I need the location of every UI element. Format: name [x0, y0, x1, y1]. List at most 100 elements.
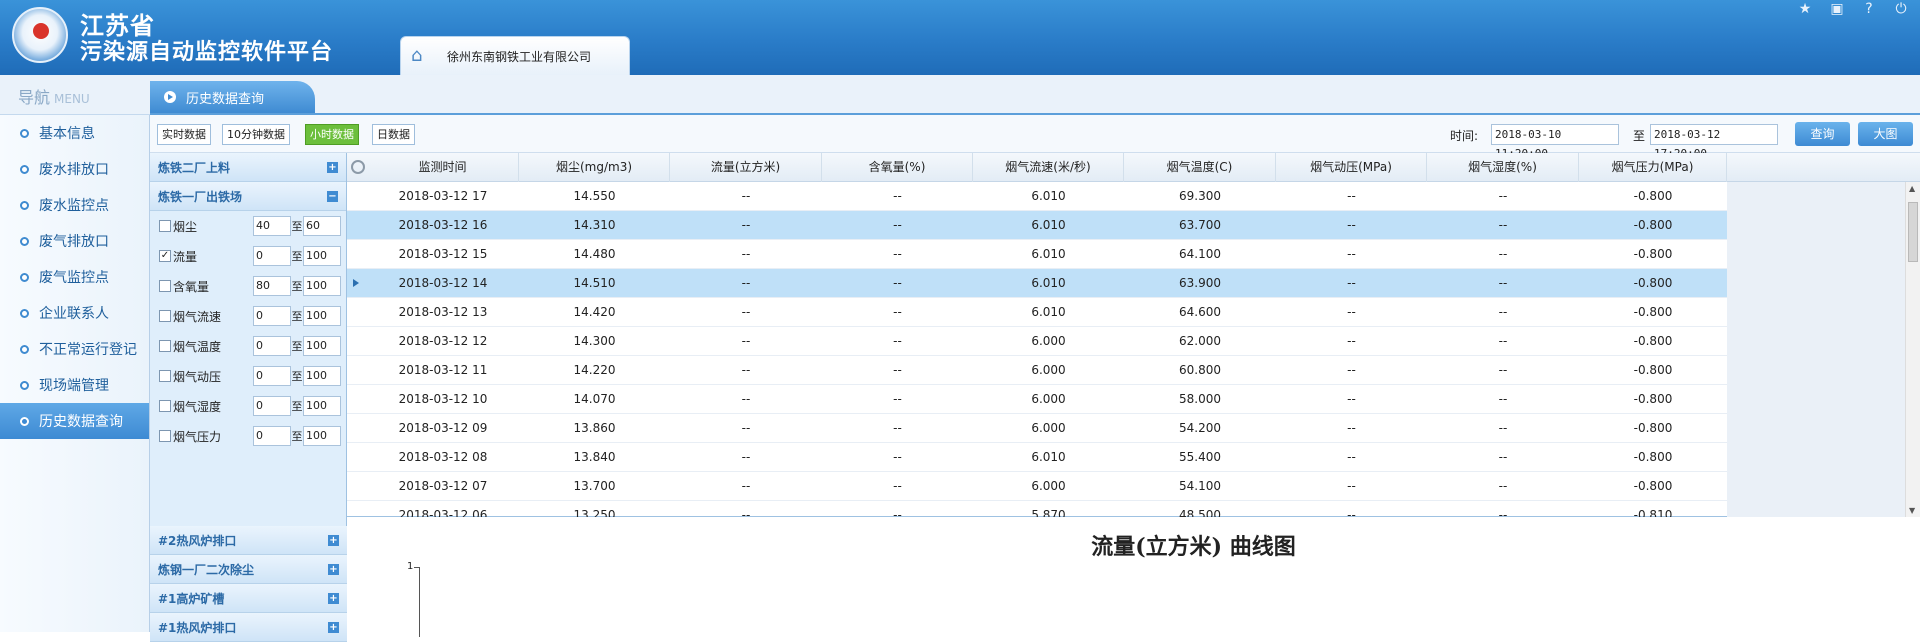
checkbox[interactable]: [159, 280, 171, 292]
filter-group-header[interactable]: #2热风炉排口 +: [150, 526, 347, 555]
max-input[interactable]: 100: [303, 366, 341, 386]
scroll-up-icon[interactable]: ▲: [1909, 184, 1915, 193]
max-input[interactable]: 100: [303, 336, 341, 356]
max-input[interactable]: 100: [303, 306, 341, 326]
min-input[interactable]: 0: [253, 396, 291, 416]
table-cell: --: [893, 392, 902, 406]
filter-group-header[interactable]: #1热风炉排口 +: [150, 613, 347, 642]
expand-icon[interactable]: +: [328, 592, 339, 604]
sidebar-item[interactable]: 企业联系人: [0, 295, 149, 331]
settings-icon[interactable]: [351, 160, 365, 174]
star-icon[interactable]: ★: [1794, 0, 1816, 18]
table-row[interactable]: 2018-03-12 13 14.420 -- -- 6.010 64.600 -- -- -0…: [347, 298, 1727, 327]
table-row[interactable]: 2018-03-12 09 13.860 -- -- 6.000 54.200 -- -- -0…: [347, 414, 1727, 443]
scroll-thumb[interactable]: [1908, 202, 1918, 262]
column-header[interactable]: 烟气湿度(%): [1427, 153, 1579, 182]
min-input[interactable]: 0: [253, 336, 291, 356]
ten-minute-data-button[interactable]: 10分钟数据: [222, 124, 290, 145]
home-icon: ⌂: [411, 45, 423, 66]
filter-label: 烟气压力: [173, 429, 222, 444]
history-data-grid: 监测时间 烟尘(mg/m3) 流量(立方米) 含氧量(%) 烟气流速(米/秒) 烟气温度(…: [347, 153, 1920, 530]
table-cell: --: [893, 479, 902, 493]
sidebar-item[interactable]: 历史数据查询: [0, 403, 149, 439]
sidebar-item[interactable]: 废水排放口: [0, 151, 149, 187]
daily-data-button[interactable]: 日数据: [372, 124, 415, 145]
tab-history-query[interactable]: 历史数据查询: [150, 81, 315, 113]
fullscreen-icon[interactable]: ▣: [1826, 0, 1848, 18]
power-icon[interactable]: ⏻: [1890, 0, 1912, 18]
checkbox[interactable]: [159, 430, 171, 442]
sidebar-item-label: 现场端管理: [39, 378, 109, 394]
filter-group-header[interactable]: 炼铁一厂出铁场 −: [150, 182, 346, 211]
max-input[interactable]: 60: [303, 216, 341, 236]
min-input[interactable]: 40: [253, 216, 291, 236]
table-row[interactable]: 2018-03-12 10 14.070 -- -- 6.000 58.000 -- -- -0…: [347, 385, 1727, 414]
table-cell: --: [741, 247, 751, 261]
min-input[interactable]: 0: [253, 426, 291, 446]
sidebar-item[interactable]: 不正常运行登记: [0, 331, 149, 367]
hourly-data-button[interactable]: 小时数据: [305, 124, 359, 145]
sidebar-item[interactable]: 废气排放口: [0, 223, 149, 259]
table-row[interactable]: 2018-03-12 11 14.220 -- -- 6.000 60.800 -- -- -0…: [347, 356, 1727, 385]
end-time-input[interactable]: 2018-03-12 17:20:00: [1650, 124, 1778, 160]
sidebar-item[interactable]: 废气监控点: [0, 259, 149, 295]
expand-icon[interactable]: +: [328, 534, 339, 546]
expand-icon[interactable]: +: [328, 621, 339, 633]
max-input[interactable]: 100: [303, 246, 341, 266]
column-header[interactable]: 流量(立方米): [670, 153, 822, 182]
column-header[interactable]: 烟气温度(C): [1124, 153, 1276, 182]
checkbox[interactable]: [159, 340, 171, 352]
table-row[interactable]: 2018-03-12 17 14.550 -- -- 6.010 69.300 -- -- -0…: [347, 182, 1727, 211]
table-row[interactable]: 2018-03-12 08 13.840 -- -- 6.010 55.400 -- -- -0…: [347, 443, 1727, 472]
query-button[interactable]: 查询: [1795, 122, 1850, 146]
checkbox[interactable]: [159, 310, 171, 322]
bullet-icon: [20, 308, 29, 318]
max-input[interactable]: 100: [303, 276, 341, 296]
table-row[interactable]: 2018-03-12 12 14.300 -- -- 6.000 62.000 -- -- -0…: [347, 327, 1727, 356]
table-cell: 6.000: [1031, 392, 1066, 406]
collapse-icon[interactable]: −: [327, 190, 338, 202]
start-time-input[interactable]: 2018-03-10 11:20:00: [1491, 124, 1619, 160]
min-input[interactable]: 0: [253, 306, 291, 326]
column-header[interactable]: 烟气动压(MPa): [1276, 153, 1427, 182]
sidebar-item[interactable]: 现场端管理: [0, 367, 149, 403]
column-header[interactable]: 烟尘(mg/m3): [519, 153, 670, 182]
filter-row: 含氧量 80 至 100: [150, 271, 346, 301]
filter-group-header[interactable]: #1高炉矿槽 +: [150, 584, 347, 613]
min-input[interactable]: 80: [253, 276, 291, 296]
column-header[interactable]: 烟气压力(MPa): [1579, 153, 1727, 182]
table-cell: 13.840: [573, 450, 616, 464]
scroll-down-icon[interactable]: ▼: [1909, 506, 1915, 515]
table-row[interactable]: 2018-03-12 14 14.510 -- -- 6.010 63.900 -- -- -0…: [347, 269, 1727, 298]
sidebar-item[interactable]: 废水监控点: [0, 187, 149, 223]
table-row[interactable]: 2018-03-12 15 14.480 -- -- 6.010 64.100 -- -- -0…: [347, 240, 1727, 269]
checkbox[interactable]: [159, 400, 171, 412]
column-header[interactable]: 烟气流速(米/秒): [973, 153, 1124, 182]
checkbox[interactable]: ✓: [159, 250, 171, 262]
column-header[interactable]: 监测时间: [367, 153, 519, 182]
max-input[interactable]: 100: [303, 396, 341, 416]
realtime-data-button[interactable]: 实时数据: [157, 124, 211, 145]
table-cell: 6.010: [1031, 450, 1066, 464]
company-tab[interactable]: ⌂ 徐州东南钢铁工业有限公司: [400, 36, 630, 75]
column-header[interactable]: 含氧量(%): [822, 153, 973, 182]
min-input[interactable]: 0: [253, 246, 291, 266]
max-input[interactable]: 100: [303, 426, 341, 446]
table-row[interactable]: 2018-03-12 07 13.700 -- -- 6.000 54.100 -- -- -0…: [347, 472, 1727, 501]
grid-vertical-scrollbar[interactable]: ▲ ▼: [1905, 182, 1920, 517]
filter-group-header[interactable]: 炼钢一厂二次除尘 +: [150, 555, 347, 584]
checkbox[interactable]: [159, 220, 171, 232]
to-label: 至: [1633, 129, 1646, 143]
expand-icon[interactable]: +: [327, 161, 338, 173]
filter-group-header[interactable]: 炼铁二厂上料 +: [150, 153, 346, 182]
sidebar-item-label: 废水监控点: [39, 198, 109, 214]
min-input[interactable]: 0: [253, 366, 291, 386]
table-cell: --: [741, 218, 751, 232]
sidebar-item[interactable]: 基本信息: [0, 115, 149, 151]
table-row[interactable]: 2018-03-12 16 14.310 -- -- 6.010 63.700 -- -- -0…: [347, 211, 1727, 240]
help-icon[interactable]: ?: [1858, 0, 1880, 18]
table-cell: --: [1347, 421, 1356, 435]
big-chart-button[interactable]: 大图: [1858, 122, 1913, 146]
expand-icon[interactable]: +: [328, 563, 339, 575]
checkbox[interactable]: [159, 370, 171, 382]
